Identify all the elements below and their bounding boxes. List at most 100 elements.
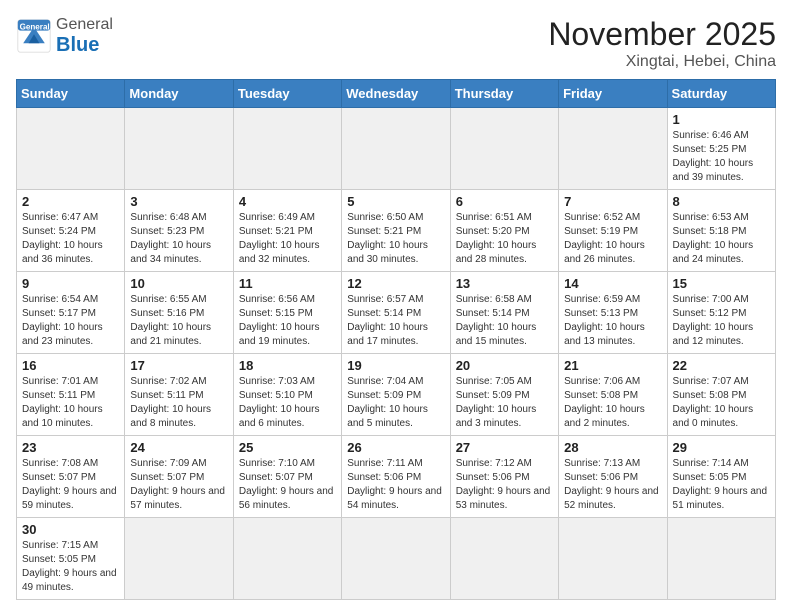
- day-info: Sunrise: 7:01 AM Sunset: 5:11 PM Dayligh…: [22, 375, 119, 431]
- day-number: 26: [347, 440, 444, 455]
- calendar-cell: 1Sunrise: 6:46 AM Sunset: 5:25 PM Daylig…: [667, 108, 775, 190]
- day-info: Sunrise: 6:48 AM Sunset: 5:23 PM Dayligh…: [130, 211, 227, 267]
- week-row-4: 23 Sunrise: 7:08 AM Sunset: 5:07 PM Dayli…: [17, 436, 776, 518]
- day-info: Sunrise: 7:11 AM Sunset: 5:06 PM Dayligh…: [347, 457, 444, 513]
- day-number: 11: [239, 276, 336, 291]
- day-info: Sunrise: 7:13 AM Sunset: 5:06 PM Dayligh…: [564, 457, 661, 513]
- day-number: 8: [673, 194, 770, 209]
- day-info: Sunrise: 7:03 AM Sunset: 5:10 PM Dayligh…: [239, 375, 336, 431]
- calendar-cell: [342, 518, 450, 600]
- day-info: Sunrise: 6:46 AM Sunset: 5:25 PM Dayligh…: [673, 129, 770, 185]
- day-number: 3: [130, 194, 227, 209]
- calendar-cell: 4Sunrise: 6:49 AM Sunset: 5:21 PM Daylig…: [233, 190, 341, 272]
- calendar-cell: 18Sunrise: 7:03 AM Sunset: 5:10 PM Dayli…: [233, 354, 341, 436]
- day-info: Sunrise: 6:59 AM Sunset: 5:13 PM Dayligh…: [564, 293, 661, 349]
- calendar-title: November 2025: [548, 16, 776, 53]
- calendar-cell: 12 Sunrise: 6:57 AM Sunset: 5:14 PM Dayli…: [342, 272, 450, 354]
- calendar-cell: 5Sunrise: 6:50 AM Sunset: 5:21 PM Daylig…: [342, 190, 450, 272]
- day-info: Sunrise: 7:15 AM Sunset: 5:05 PM Dayligh…: [22, 539, 119, 595]
- day-info: Sunrise: 6:57 AM Sunset: 5:14 PM Dayligh…: [347, 293, 444, 349]
- day-info: Sunrise: 7:08 AM Sunset: 5:07 PM Dayligh…: [22, 457, 119, 513]
- calendar-cell: 22 Sunrise: 7:07 AM Sunset: 5:08 PM Dayli…: [667, 354, 775, 436]
- day-number: 13: [456, 276, 553, 291]
- day-info: Sunrise: 6:58 AM Sunset: 5:14 PM Dayligh…: [456, 293, 553, 349]
- calendar-cell: 3 Sunrise: 6:48 AM Sunset: 5:23 PM Daylig…: [125, 190, 233, 272]
- calendar-cell: 16 Sunrise: 7:01 AM Sunset: 5:11 PM Dayli…: [17, 354, 125, 436]
- calendar-cell: [667, 518, 775, 600]
- day-number: 14: [564, 276, 661, 291]
- calendar-cell: 6 Sunrise: 6:51 AM Sunset: 5:20 PM Daylig…: [450, 190, 558, 272]
- week-row-2: 9Sunrise: 6:54 AM Sunset: 5:17 PM Daylig…: [17, 272, 776, 354]
- calendar-cell: 11 Sunrise: 6:56 AM Sunset: 5:15 PM Dayli…: [233, 272, 341, 354]
- calendar-cell: 25 Sunrise: 7:10 AM Sunset: 5:07 PM Dayli…: [233, 436, 341, 518]
- calendar-cell: 26 Sunrise: 7:11 AM Sunset: 5:06 PM Dayli…: [342, 436, 450, 518]
- day-header-sunday: Sunday: [17, 80, 125, 108]
- week-row-5: 30 Sunrise: 7:15 AM Sunset: 5:05 PM Dayli…: [17, 518, 776, 600]
- day-number: 4: [239, 194, 336, 209]
- day-header-wednesday: Wednesday: [342, 80, 450, 108]
- day-number: 2: [22, 194, 119, 209]
- calendar-cell: 27Sunrise: 7:12 AM Sunset: 5:06 PM Dayli…: [450, 436, 558, 518]
- day-number: 6: [456, 194, 553, 209]
- day-number: 22: [673, 358, 770, 373]
- day-header-saturday: Saturday: [667, 80, 775, 108]
- calendar-cell: 10Sunrise: 6:55 AM Sunset: 5:16 PM Dayli…: [125, 272, 233, 354]
- calendar-cell: [450, 108, 558, 190]
- day-info: Sunrise: 7:07 AM Sunset: 5:08 PM Dayligh…: [673, 375, 770, 431]
- calendar-cell: [125, 518, 233, 600]
- day-number: 16: [22, 358, 119, 373]
- calendar-cell: 8Sunrise: 6:53 AM Sunset: 5:18 PM Daylig…: [667, 190, 775, 272]
- day-number: 10: [130, 276, 227, 291]
- day-number: 28: [564, 440, 661, 455]
- day-number: 7: [564, 194, 661, 209]
- calendar-cell: [559, 108, 667, 190]
- day-number: 27: [456, 440, 553, 455]
- day-info: Sunrise: 6:50 AM Sunset: 5:21 PM Dayligh…: [347, 211, 444, 267]
- calendar-cell: [559, 518, 667, 600]
- day-info: Sunrise: 6:47 AM Sunset: 5:24 PM Dayligh…: [22, 211, 119, 267]
- day-number: 15: [673, 276, 770, 291]
- logo-icon: General: [16, 18, 52, 54]
- logo-general: General: [56, 16, 113, 34]
- calendar-cell: 20 Sunrise: 7:05 AM Sunset: 5:09 PM Dayli…: [450, 354, 558, 436]
- calendar-cell: 28 Sunrise: 7:13 AM Sunset: 5:06 PM Dayli…: [559, 436, 667, 518]
- svg-text:General: General: [20, 22, 50, 31]
- calendar-header: SundayMondayTuesdayWednesdayThursdayFrid…: [17, 80, 776, 108]
- calendar-cell: 29 Sunrise: 7:14 AM Sunset: 5:05 PM Dayli…: [667, 436, 775, 518]
- calendar-cell: 2 Sunrise: 6:47 AM Sunset: 5:24 PM Daylig…: [17, 190, 125, 272]
- day-number: 25: [239, 440, 336, 455]
- logo-text: General Blue: [56, 16, 113, 56]
- day-info: Sunrise: 7:10 AM Sunset: 5:07 PM Dayligh…: [239, 457, 336, 513]
- day-number: 29: [673, 440, 770, 455]
- day-info: Sunrise: 7:02 AM Sunset: 5:11 PM Dayligh…: [130, 375, 227, 431]
- calendar-cell: 15 Sunrise: 7:00 AM Sunset: 5:12 PM Dayli…: [667, 272, 775, 354]
- calendar-cell: [233, 108, 341, 190]
- day-number: 9: [22, 276, 119, 291]
- day-info: Sunrise: 7:00 AM Sunset: 5:12 PM Dayligh…: [673, 293, 770, 349]
- day-header-thursday: Thursday: [450, 80, 558, 108]
- logo-blue: Blue: [56, 34, 113, 56]
- day-info: Sunrise: 7:09 AM Sunset: 5:07 PM Dayligh…: [130, 457, 227, 513]
- week-row-0: 1Sunrise: 6:46 AM Sunset: 5:25 PM Daylig…: [17, 108, 776, 190]
- day-info: Sunrise: 6:52 AM Sunset: 5:19 PM Dayligh…: [564, 211, 661, 267]
- day-number: 12: [347, 276, 444, 291]
- week-row-1: 2 Sunrise: 6:47 AM Sunset: 5:24 PM Daylig…: [17, 190, 776, 272]
- day-info: Sunrise: 7:05 AM Sunset: 5:09 PM Dayligh…: [456, 375, 553, 431]
- day-info: Sunrise: 6:56 AM Sunset: 5:15 PM Dayligh…: [239, 293, 336, 349]
- day-info: Sunrise: 6:51 AM Sunset: 5:20 PM Dayligh…: [456, 211, 553, 267]
- day-number: 30: [22, 522, 119, 537]
- day-number: 23: [22, 440, 119, 455]
- calendar-cell: 24Sunrise: 7:09 AM Sunset: 5:07 PM Dayli…: [125, 436, 233, 518]
- day-headers-row: SundayMondayTuesdayWednesdayThursdayFrid…: [17, 80, 776, 108]
- title-block: November 2025 Xingtai, Hebei, China: [548, 16, 776, 71]
- calendar-subtitle: Xingtai, Hebei, China: [548, 53, 776, 71]
- day-number: 17: [130, 358, 227, 373]
- day-info: Sunrise: 7:06 AM Sunset: 5:08 PM Dayligh…: [564, 375, 661, 431]
- day-info: Sunrise: 7:14 AM Sunset: 5:05 PM Dayligh…: [673, 457, 770, 513]
- calendar-cell: 19Sunrise: 7:04 AM Sunset: 5:09 PM Dayli…: [342, 354, 450, 436]
- day-header-friday: Friday: [559, 80, 667, 108]
- day-number: 20: [456, 358, 553, 373]
- calendar-cell: [450, 518, 558, 600]
- calendar-cell: 30 Sunrise: 7:15 AM Sunset: 5:05 PM Dayli…: [17, 518, 125, 600]
- day-header-monday: Monday: [125, 80, 233, 108]
